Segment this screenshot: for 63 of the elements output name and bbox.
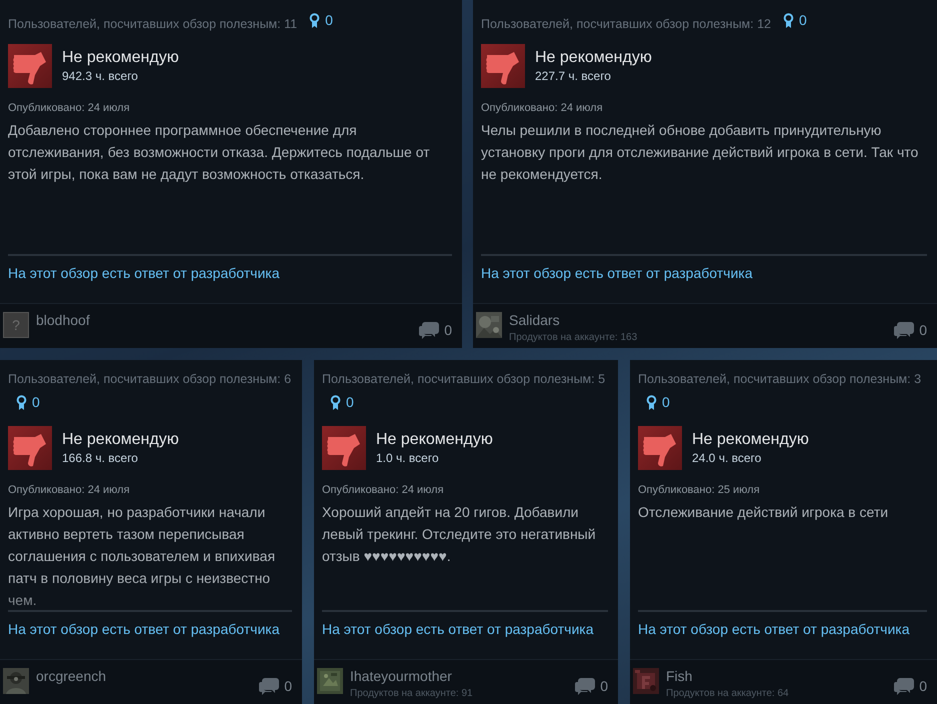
comments-icon bbox=[259, 677, 280, 696]
comment-count[interactable]: 0 bbox=[894, 676, 927, 697]
developer-response-link[interactable]: На этот обзор есть ответ от разработчика bbox=[481, 263, 752, 284]
award-count: 0 bbox=[309, 10, 333, 31]
review-text: Отслеживание действий игрока в сети bbox=[638, 503, 890, 522]
review-text: Добавлено стороннее программное обеспечение для отслеживания, без возможности отказа. Держитесь подальше от этой игры, пока вам не дадут возможность отказаться. bbox=[8, 121, 431, 184]
award-icon bbox=[783, 13, 794, 28]
author-name[interactable]: Ihateyourmother bbox=[350, 668, 473, 684]
author-name[interactable]: blodhoof bbox=[36, 312, 90, 328]
product-count: Продуктов на аккаунте: 91 bbox=[350, 687, 473, 701]
award-icon bbox=[16, 394, 27, 410]
helpful-count-text: Пользователей, посчитавших обзор полезным: 5 bbox=[322, 372, 606, 386]
verdict-title: Не рекомендую bbox=[692, 430, 809, 450]
verdict-title: Не рекомендую bbox=[535, 48, 652, 68]
award-count: 0 bbox=[646, 392, 670, 413]
review-text: Хороший апдейт на 20 гигов. Добавили левый трекинг. Отследите это негативный отзыв ♥♥♥♥♥♥♥♥♥♥. bbox=[322, 503, 597, 566]
award-count: 0 bbox=[16, 392, 40, 413]
comments-icon bbox=[894, 677, 914, 696]
thumbs-down-icon bbox=[8, 44, 52, 88]
comment-count[interactable]: 0 bbox=[575, 676, 608, 697]
comment-count[interactable]: 0 bbox=[419, 320, 452, 341]
hours-played: 166.8 ч. всего bbox=[62, 450, 139, 466]
review-text: Игра хорошая, но разработчики начали активно вертеть тазом переписывая соглашения с пользователем и впихивая патч в половину веса игры с неизвестно чем. bbox=[8, 503, 276, 610]
verdict-title: Не рекомендую bbox=[62, 430, 179, 450]
thumbs-down-icon bbox=[322, 426, 366, 470]
helpful-count-text: Пользователей, посчитавших обзор полезным: 11 bbox=[8, 17, 298, 31]
award-icon bbox=[646, 394, 657, 410]
thumbs-down-icon bbox=[638, 426, 682, 470]
developer-response-link[interactable]: На этот обзор есть ответ от разработчика bbox=[638, 619, 910, 640]
hours-played: 942.3 ч. всего bbox=[62, 68, 139, 84]
author-name[interactable]: orcgreench bbox=[36, 668, 106, 684]
posted-date: Опубликовано: 24 июля bbox=[322, 482, 445, 498]
award-icon bbox=[309, 13, 320, 28]
award-count: 0 bbox=[783, 10, 807, 31]
helpful-count-text: Пользователей, посчитавших обзор полезным: 12 bbox=[481, 17, 772, 31]
product-count: Продуктов на аккаунте: 64 bbox=[666, 687, 789, 701]
thumbs-down-icon bbox=[481, 44, 525, 88]
developer-response-link[interactable]: На этот обзор есть ответ от разработчика bbox=[8, 619, 280, 640]
posted-date: Опубликовано: 24 июля bbox=[481, 100, 604, 116]
posted-date: Опубликовано: 24 июля bbox=[8, 100, 131, 116]
award-icon bbox=[330, 394, 341, 410]
hours-played: 1.0 ч. всего bbox=[376, 450, 440, 466]
posted-date: Опубликовано: 25 июля bbox=[638, 482, 761, 498]
author-name[interactable]: Salidars bbox=[509, 312, 638, 328]
hours-played: 227.7 ч. всего bbox=[535, 68, 612, 84]
verdict-title: Не рекомендую bbox=[62, 48, 179, 68]
developer-response-link[interactable]: На этот обзор есть ответ от разработчика bbox=[322, 619, 594, 640]
hours-played: 24.0 ч. всего bbox=[692, 450, 762, 466]
product-count: Продуктов на аккаунте: 163 bbox=[509, 331, 638, 345]
helpful-count-text: Пользователей, посчитавших обзор полезным: 3 bbox=[638, 372, 922, 386]
review-text: Челы решили в последней обнове добавить принудительную установку проги для отслеживание действий игрока в сети. Так что не рекомендуется. bbox=[481, 121, 920, 184]
comments-icon bbox=[575, 677, 596, 696]
verdict-title: Не рекомендую bbox=[376, 430, 493, 450]
comments-icon bbox=[419, 321, 440, 340]
comments-icon bbox=[894, 321, 914, 340]
award-count: 0 bbox=[330, 392, 354, 413]
comment-count[interactable]: 0 bbox=[894, 320, 927, 341]
comment-count[interactable]: 0 bbox=[259, 676, 292, 697]
thumbs-down-icon bbox=[8, 426, 52, 470]
author-name[interactable]: Fish bbox=[666, 668, 789, 684]
posted-date: Опубликовано: 24 июля bbox=[8, 482, 131, 498]
developer-response-link[interactable]: На этот обзор есть ответ от разработчика bbox=[8, 263, 280, 284]
helpful-count-text: Пользователей, посчитавших обзор полезным: 6 bbox=[8, 372, 292, 386]
